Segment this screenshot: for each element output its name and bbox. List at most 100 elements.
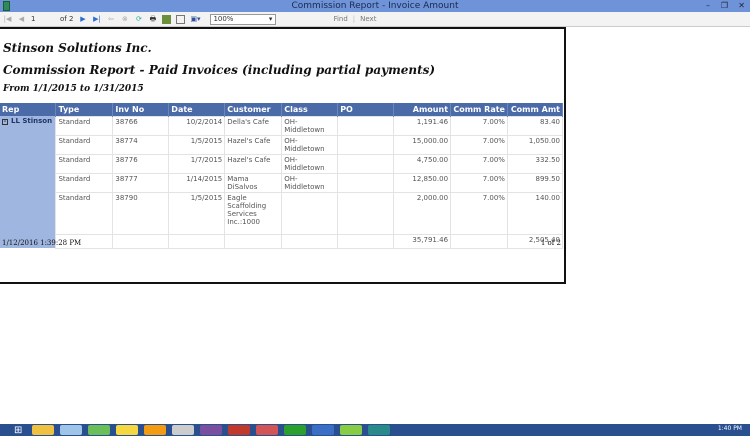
cell-amount: 15,000.00 [393, 134, 452, 155]
table-row: Standard 38790 1/5/2015 Eagle Scaffolding S… [0, 191, 564, 235]
column-header[interactable]: Customer [224, 103, 283, 116]
date-range: From 1/1/2015 to 1/31/2015 [3, 84, 144, 94]
column-header[interactable]: Comm Rate [450, 103, 508, 116]
column-header[interactable]: Class [281, 103, 339, 116]
taskbar-app-icon[interactable] [116, 425, 139, 435]
report-toolbar: |◀ ◀ 1 of 2 ▶ ▶| ⇦ ⊗ ⟳ 🖶 ▣▾ 100% Find | … [0, 12, 750, 27]
cell-type: Standard [55, 153, 114, 174]
column-header[interactable]: Inv No [112, 103, 170, 116]
export-icon[interactable]: ▣▾ [190, 15, 200, 24]
first-page-icon[interactable]: |◀ [3, 15, 12, 24]
restore-button[interactable]: ❐ [721, 0, 728, 12]
printed-timestamp: 1/12/2016 1:39:28 PM [2, 239, 82, 247]
total-amount: 35,791.46 [393, 233, 452, 249]
prev-page-icon[interactable]: ◀ [17, 15, 26, 24]
cell-date: 1/7/2015 [168, 153, 226, 174]
cell-rate: 7.00% [450, 172, 508, 193]
column-header[interactable]: PO [337, 103, 395, 116]
company-name: Stinson Solutions Inc. [3, 41, 152, 55]
column-header[interactable]: Amount [393, 103, 452, 116]
next-link[interactable]: Next [360, 15, 376, 23]
minimize-button[interactable]: – [706, 0, 710, 12]
cell-comm: 140.00 [506, 191, 564, 235]
taskbar-app-icon[interactable] [144, 425, 167, 435]
cell-class: OH-Middletown [281, 153, 339, 174]
cell-amount: 1,191.46 [393, 115, 452, 136]
zoom-select[interactable]: 100% [210, 13, 277, 25]
stop-icon[interactable]: ⊗ [120, 15, 129, 24]
cell-customer: Hazel's Cafe [224, 134, 283, 155]
taskbar-app-icon[interactable] [312, 425, 335, 435]
rep-name: LL Stinson [11, 117, 53, 125]
cell-date: 1/14/2015 [168, 172, 226, 193]
table-row: Standard 38776 1/7/2015 Hazel's Cafe OH-Midd… [0, 153, 564, 174]
table-row: Standard 38774 1/5/2015 Hazel's Cafe OH-Midd… [0, 134, 564, 155]
cell-po [337, 153, 395, 174]
cell-rate: 7.00% [450, 134, 508, 155]
report-page: Stinson Solutions Inc. Commission Report… [0, 27, 566, 284]
cell-comm: 332.50 [506, 153, 564, 174]
cell-inv: 38777 [112, 172, 170, 193]
close-button[interactable]: ✕ [738, 0, 745, 12]
column-header[interactable]: Rep [0, 103, 57, 116]
cell-rate: 7.00% [450, 191, 508, 235]
taskbar-app-icon[interactable] [340, 425, 363, 435]
cell-po [337, 191, 395, 235]
cell-customer: Eagle Scaffolding Services Inc.:1000 [224, 191, 283, 235]
column-header[interactable]: Type [55, 103, 114, 116]
cell-inv: 38774 [112, 134, 170, 155]
page-number-input[interactable]: 1 [31, 15, 55, 23]
page-indicator: 1 of 2 [540, 239, 561, 247]
cell-class: OH-Middletown [281, 172, 339, 193]
table-row: Standard 38777 1/14/2015 Mama DiSalvos OH-Mi… [0, 172, 564, 193]
next-page-icon[interactable]: ▶ [78, 15, 87, 24]
report-title: Commission Report - Paid Invoices (inclu… [3, 63, 436, 77]
empty-cell [112, 233, 170, 249]
rep-group: - LL Stinson [0, 116, 56, 248]
window-title: Commission Report - Invoice Amount [291, 1, 459, 11]
empty-cell [224, 233, 283, 249]
taskbar-app-icon[interactable] [228, 425, 251, 435]
cell-amount: 4,750.00 [393, 153, 452, 174]
taskbar-app-icon[interactable] [256, 425, 279, 435]
cell-rate: 7.00% [450, 115, 508, 136]
print-layout-icon[interactable] [162, 14, 172, 24]
taskbar-app-icon[interactable] [200, 425, 223, 435]
page-setup-icon[interactable] [176, 14, 186, 24]
taskbar-app-icon[interactable] [172, 425, 195, 435]
column-header[interactable]: Comm Amt [507, 103, 564, 116]
cell-comm: 1,050.00 [506, 134, 564, 155]
cell-customer: Della's Cafe [224, 115, 283, 136]
cell-inv: 38790 [112, 191, 170, 235]
taskbar-app-icon[interactable] [284, 425, 307, 435]
refresh-icon[interactable]: ⟳ [134, 15, 143, 24]
collapse-toggle-icon[interactable]: - [2, 119, 8, 125]
print-icon[interactable]: 🖶 [148, 15, 157, 24]
cell-type: Standard [55, 172, 114, 193]
cell-customer: Hazel's Cafe [224, 153, 283, 174]
cell-class: OH-Middletown [281, 115, 339, 136]
commission-table: Rep Type Inv No Date Customer Class PO Amount Co… [0, 103, 564, 249]
column-header[interactable]: Date [168, 103, 226, 116]
cell-po [337, 172, 395, 193]
last-page-icon[interactable]: ▶| [92, 15, 101, 24]
cell-type: Standard [55, 134, 114, 155]
cell-amount: 12,850.00 [393, 172, 452, 193]
cell-class [281, 191, 339, 235]
taskbar-app-icon[interactable] [32, 425, 55, 435]
taskbar-app-icon[interactable] [60, 425, 83, 435]
cell-date: 1/5/2015 [168, 191, 226, 235]
cell-inv: 38766 [112, 115, 170, 136]
title-bar: Commission Report - Invoice Amount – ❐ ✕ [0, 0, 750, 12]
taskbar-app-icon[interactable] [88, 425, 111, 435]
cell-type: Standard [55, 191, 114, 235]
empty-cell [450, 233, 508, 249]
find-link[interactable]: Find [333, 15, 347, 23]
back-icon[interactable]: ⇦ [106, 15, 115, 24]
cell-date: 10/2/2014 [168, 115, 226, 136]
empty-cell [168, 233, 226, 249]
cell-customer: Mama DiSalvos [224, 172, 283, 193]
cell-date: 1/5/2015 [168, 134, 226, 155]
taskbar-app-icon[interactable] [368, 425, 391, 435]
start-button[interactable]: ⊞ [14, 425, 22, 436]
